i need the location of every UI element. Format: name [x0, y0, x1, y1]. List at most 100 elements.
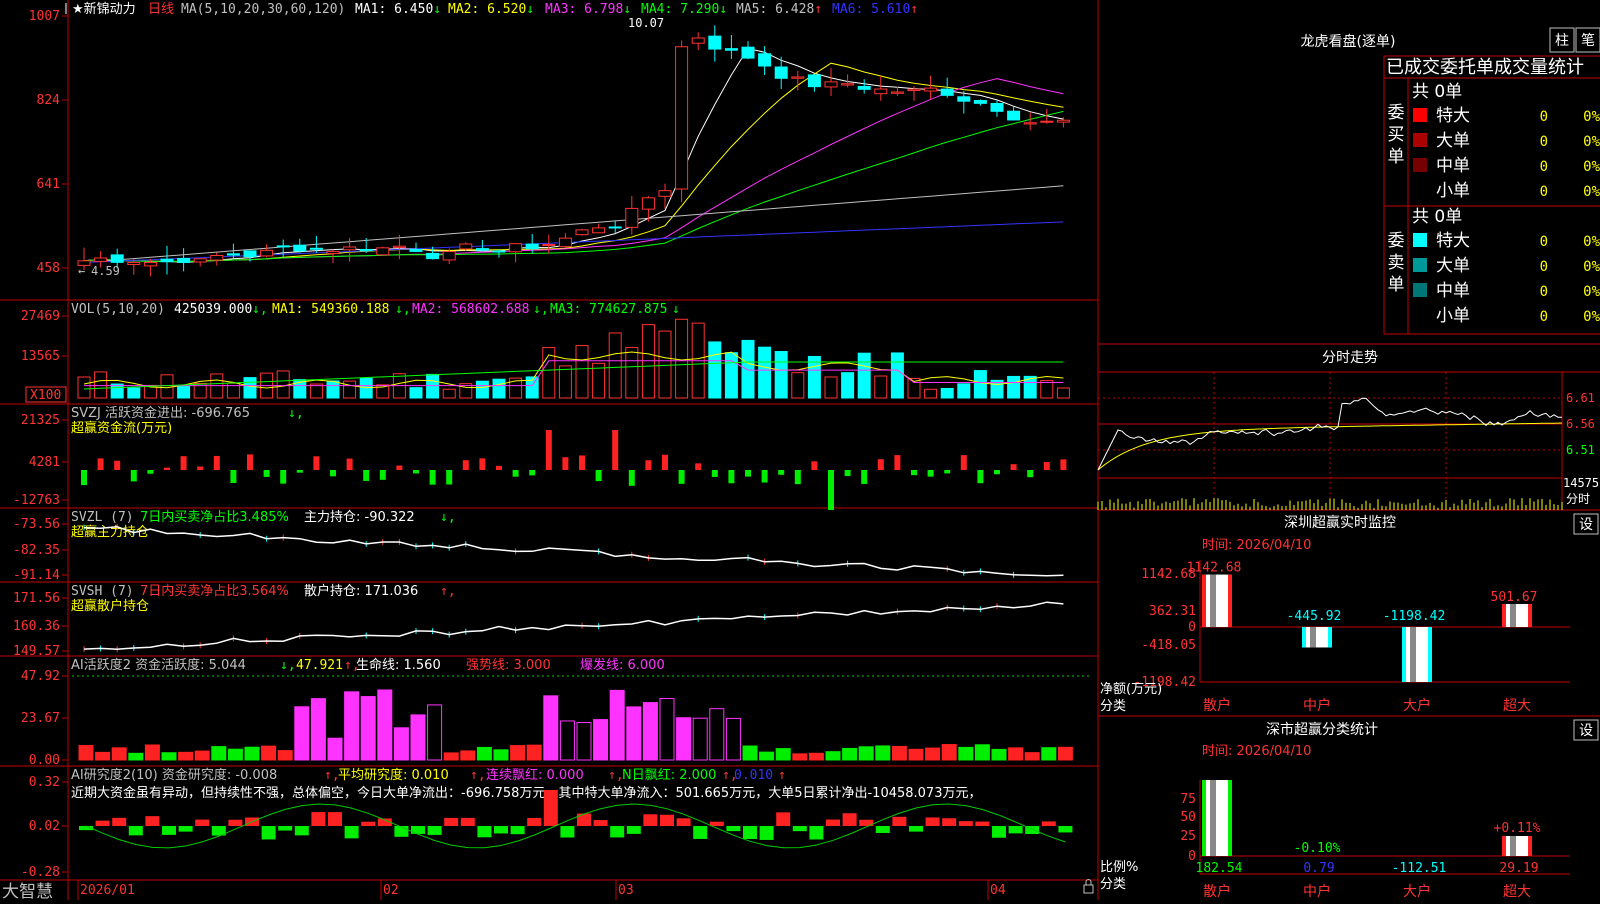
activity-bar	[178, 751, 194, 761]
sz-class-chart: 182.54 散户 0.79 中户 -112.51 大户 29.19 超大 -0.10% +0.1…	[1196, 780, 1541, 900]
candle-body	[575, 229, 589, 236]
svg-text:14575: 14575	[1563, 476, 1599, 490]
trading-terminal: ★新锦动力 日线 MA(5,10,20,30,60,120) MA1: 6.45…	[0, 0, 1600, 902]
order-color-swatch	[1413, 108, 1427, 122]
activity-bar	[808, 752, 824, 761]
fund-flow-bar	[114, 460, 121, 470]
monitor-value: -445.92	[1287, 609, 1342, 624]
candle-body	[675, 46, 689, 190]
research-bar	[411, 826, 425, 834]
candle-body	[691, 37, 705, 44]
class-category: 中户	[1303, 883, 1331, 900]
order-size-label: 特大	[1436, 231, 1470, 251]
activity-bar	[792, 753, 808, 761]
order-count: 0	[1540, 259, 1548, 275]
activity-bar	[227, 748, 243, 761]
sz-class-time: 时间: 2026/04/10	[1202, 744, 1311, 759]
sz-monitor-panel: 深圳超赢实时监控 设 时间: 2026/04/10 1142.68 362.31…	[1100, 513, 1599, 714]
svg-text:149.57: 149.57	[13, 644, 60, 659]
activity-bar	[775, 748, 791, 761]
period-label[interactable]: 日线	[148, 2, 174, 17]
volume-bar	[326, 380, 340, 399]
candle-body	[442, 251, 456, 261]
svg-text:75: 75	[1180, 792, 1196, 807]
activity-bar	[344, 691, 360, 761]
order-count: 0	[1540, 234, 1548, 250]
order-count: 0	[1540, 109, 1548, 125]
volume-bar	[641, 324, 655, 399]
activity-bar	[277, 750, 293, 761]
research-bar	[162, 826, 176, 835]
fund-flow-bar	[429, 470, 436, 485]
fund-flow-bar	[280, 470, 287, 484]
research-bar	[925, 817, 940, 826]
research-bar	[610, 826, 625, 838]
ma6-value: MA6: 5.610↑	[832, 2, 918, 17]
activity-bar	[642, 702, 658, 761]
research-bar	[460, 817, 475, 826]
order-color-swatch	[1413, 258, 1427, 272]
candle-body	[326, 251, 340, 255]
candle-body	[309, 247, 323, 250]
candle-body	[293, 244, 307, 252]
candle-body	[243, 250, 257, 258]
candle-body	[525, 243, 539, 250]
monitor-bar	[1202, 574, 1232, 627]
fund-flow-bar	[844, 470, 851, 477]
svg-text:1007: 1007	[29, 9, 60, 24]
svg-text:爆发线: 6.000: 爆发线: 6.000	[580, 657, 665, 673]
monitor-bar-shade	[1410, 627, 1416, 682]
candle-body	[924, 87, 938, 92]
fund-flow-bar	[147, 470, 154, 474]
ma-label: MA(5,10,20,30,60,120)	[181, 2, 345, 17]
activity-bar	[310, 698, 326, 761]
order-color-swatch	[1413, 233, 1427, 247]
fund-flow-bar	[728, 470, 735, 484]
monitor-bar-shade	[1310, 627, 1316, 648]
dragon-subtitle: 已成交委托单成交量统计	[1386, 57, 1584, 78]
order-pct: 0%	[1583, 184, 1600, 200]
volume-bar	[807, 355, 821, 399]
candle-body	[226, 253, 240, 256]
class-bar-body	[1502, 836, 1532, 856]
monitor-bar-body	[1302, 627, 1332, 648]
svg-text:分类: 分类	[1100, 877, 1126, 892]
volume-bar	[127, 387, 141, 399]
fund-flow-bar	[346, 458, 353, 470]
monitor-bar-edge	[1528, 603, 1532, 627]
sz-class-settings-label: 设	[1579, 723, 1593, 739]
activity-bar	[709, 708, 725, 761]
svg-text:生命线: 1.560: 生命线: 1.560	[356, 657, 441, 673]
candle-body	[1023, 122, 1037, 125]
left-axis-ticks	[62, 15, 68, 873]
activity-bar	[858, 746, 874, 761]
candle-body	[143, 261, 157, 267]
monitor-bar	[1502, 603, 1532, 627]
order-color-swatch	[1413, 308, 1427, 322]
monitor-bar-edge	[1228, 574, 1232, 627]
class-bar	[1502, 836, 1532, 856]
fund-flow-bar	[927, 470, 934, 477]
research-bar	[543, 790, 558, 826]
svg-text:↓,: ↓,	[280, 658, 296, 673]
high-price-label: 10.07	[628, 16, 664, 30]
candle-body	[724, 48, 738, 51]
activity-bar	[576, 722, 592, 761]
candle-body	[193, 258, 207, 263]
price-axis: 1007 824 641 458	[29, 9, 60, 276]
monitor-value: 501.67	[1491, 590, 1538, 605]
research-bar	[975, 821, 990, 826]
candle-body	[343, 246, 357, 251]
activity-bar	[194, 750, 210, 761]
candle-body	[426, 252, 440, 260]
volume-bar	[343, 380, 357, 399]
fund-flow-bar	[877, 459, 884, 470]
volume-bar	[575, 345, 589, 399]
svg-text:强势线: 3.000: 强势线: 3.000	[466, 657, 551, 673]
volume-bar	[924, 388, 938, 399]
order-count: 0	[1540, 184, 1548, 200]
activity-bar	[510, 745, 526, 761]
volume-bar	[973, 370, 987, 399]
stock-name[interactable]: ★新锦动力	[72, 1, 136, 17]
lock-icon[interactable]	[1083, 884, 1094, 894]
